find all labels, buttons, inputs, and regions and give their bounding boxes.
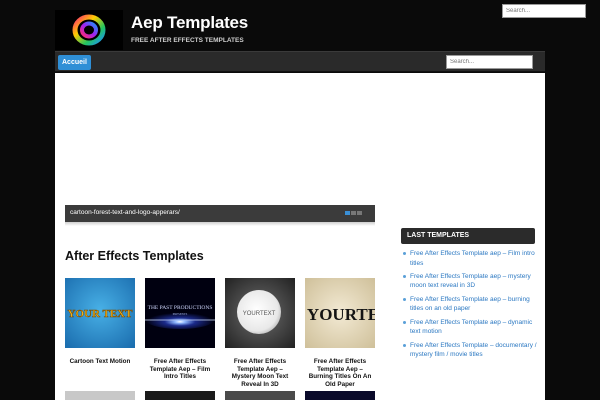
thumb-2-subtext: PRESENTS [173,312,188,316]
sidebar-title: LAST TEMPLATES [401,228,535,244]
slider-caption[interactable]: cartoon-forest-text-and-logo-apperars/ [70,209,180,216]
logo-rings-icon [72,14,106,46]
main-navigation: Accueil [55,51,545,72]
slider-dot-2[interactable] [351,211,356,215]
section-heading: After Effects Templates [65,249,204,263]
thumb-1-text: YOUR TEXT [68,308,134,320]
slider-caption-bar: cartoon-forest-text-and-logo-apperars/ [65,205,375,222]
site-logo[interactable] [55,10,123,50]
post-thumbnail-3[interactable]: YOURTEXT [225,278,295,348]
post-thumbnail-5[interactable] [65,391,135,400]
site-tagline: FREE AFTER EFFECTS TEMPLATES [131,37,244,44]
slider-shadow [65,222,375,226]
nav-search-input[interactable] [446,55,533,69]
post-thumbnail-1[interactable]: YOUR TEXT [65,278,135,348]
post-title-3[interactable]: Free After Effects Template Aep – Myster… [225,358,295,388]
post-thumbnail-6[interactable] [145,391,215,400]
sidebar-link[interactable]: Free After Effects Template aep – myster… [401,272,541,291]
site-title[interactable]: Aep Templates [131,13,248,33]
post-thumbnail-2[interactable]: THE PAST PRODUCTIONS PRESENTS [145,278,215,348]
slider-pagination [345,211,362,215]
thumb-3-text: YOURTEXT [243,311,276,317]
main-content: cartoon-forest-text-and-logo-apperars/ A… [55,73,545,400]
sidebar-template-list: Free After Effects Template aep – Film i… [401,249,541,363]
sidebar-link[interactable]: Free After Effects Template aep – Film i… [401,249,541,268]
nav-home-button[interactable]: Accueil [58,55,91,70]
post-thumbnail-8[interactable] [305,391,375,400]
thumb-4-text: YOURTE [307,305,375,324]
post-thumbnail-7[interactable] [225,391,295,400]
sidebar-link[interactable]: Free After Effects Template aep – burnin… [401,295,541,314]
post-title-2[interactable]: Free After Effects Template Aep – Film I… [145,358,215,381]
featured-slider[interactable] [65,75,375,205]
post-title-4[interactable]: Free After Effects Template Aep – Burnin… [305,358,375,388]
post-thumbnail-4[interactable]: YOURTE [305,278,375,348]
top-search-input[interactable] [502,4,586,18]
sidebar-link[interactable]: Free After Effects Template aep – dynami… [401,318,541,337]
slider-dot-3[interactable] [357,211,362,215]
thumb-2-text: THE PAST PRODUCTIONS [148,305,213,311]
post-title-1[interactable]: Cartoon Text Motion [65,358,135,366]
slider-dot-1[interactable] [345,211,350,215]
sidebar-link[interactable]: Free After Effects Template – documentar… [401,341,541,360]
